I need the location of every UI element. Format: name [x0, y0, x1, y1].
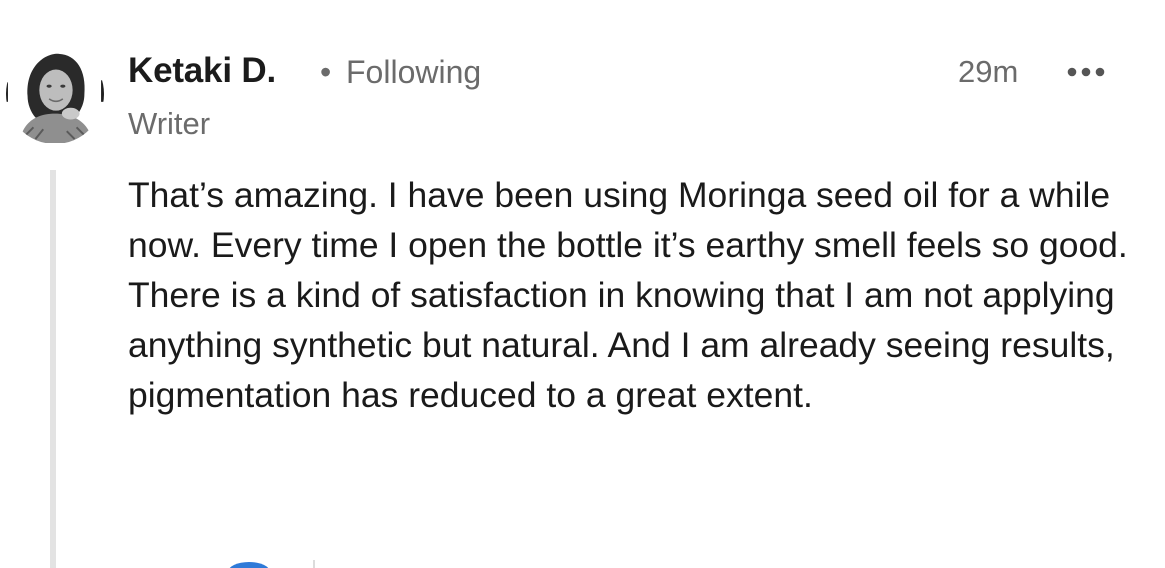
comment-body: That’s amazing. I have been using Moring…: [128, 175, 1128, 415]
comment-timestamp: 29m: [958, 54, 1019, 89]
more-options-button[interactable]: [1066, 62, 1110, 82]
reaction-icon[interactable]: [228, 562, 270, 568]
avatar-photo: [6, 45, 104, 143]
more-horizontal-icon: [1067, 67, 1105, 77]
separator-dot: •: [320, 54, 332, 90]
author-headline: Writer: [128, 106, 211, 141]
action-divider: [313, 560, 315, 568]
author-name[interactable]: Ketaki D.: [128, 50, 276, 92]
thread-line: [50, 170, 56, 568]
avatar[interactable]: [6, 44, 104, 144]
comment-card: Ketaki D. • Following Writer 29m That’s …: [0, 0, 1165, 568]
following-status[interactable]: Following: [346, 52, 481, 92]
